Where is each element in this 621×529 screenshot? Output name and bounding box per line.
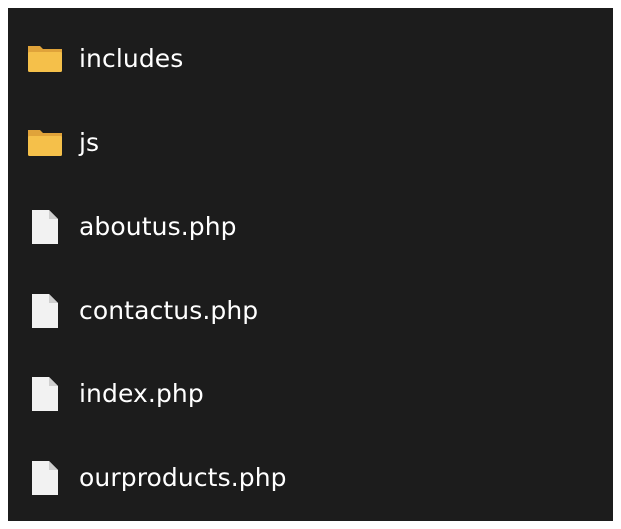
folder-icon (22, 120, 68, 166)
file-list-panel: includes js aboutus.php contactus.php in… (8, 8, 613, 521)
file-icon (22, 204, 68, 250)
file-icon (22, 371, 68, 417)
list-item-label: contactus.php (79, 295, 259, 325)
list-item-label: index.php (79, 378, 204, 408)
list-item-label: ourproducts.php (79, 462, 287, 492)
file-icon (22, 288, 68, 334)
file-icon (22, 455, 68, 501)
list-item-label: js (79, 127, 100, 157)
list-item-js[interactable]: js (8, 113, 613, 173)
list-item-contactus-php[interactable]: contactus.php (8, 281, 613, 341)
list-item-index-php[interactable]: index.php (8, 364, 613, 424)
list-item-label: aboutus.php (79, 211, 237, 241)
list-item-ourproducts-php[interactable]: ourproducts.php (8, 448, 613, 508)
list-item-label: includes (79, 43, 184, 73)
folder-icon (22, 36, 68, 82)
list-item-includes[interactable]: includes (8, 29, 613, 89)
list-item-aboutus-php[interactable]: aboutus.php (8, 197, 613, 257)
